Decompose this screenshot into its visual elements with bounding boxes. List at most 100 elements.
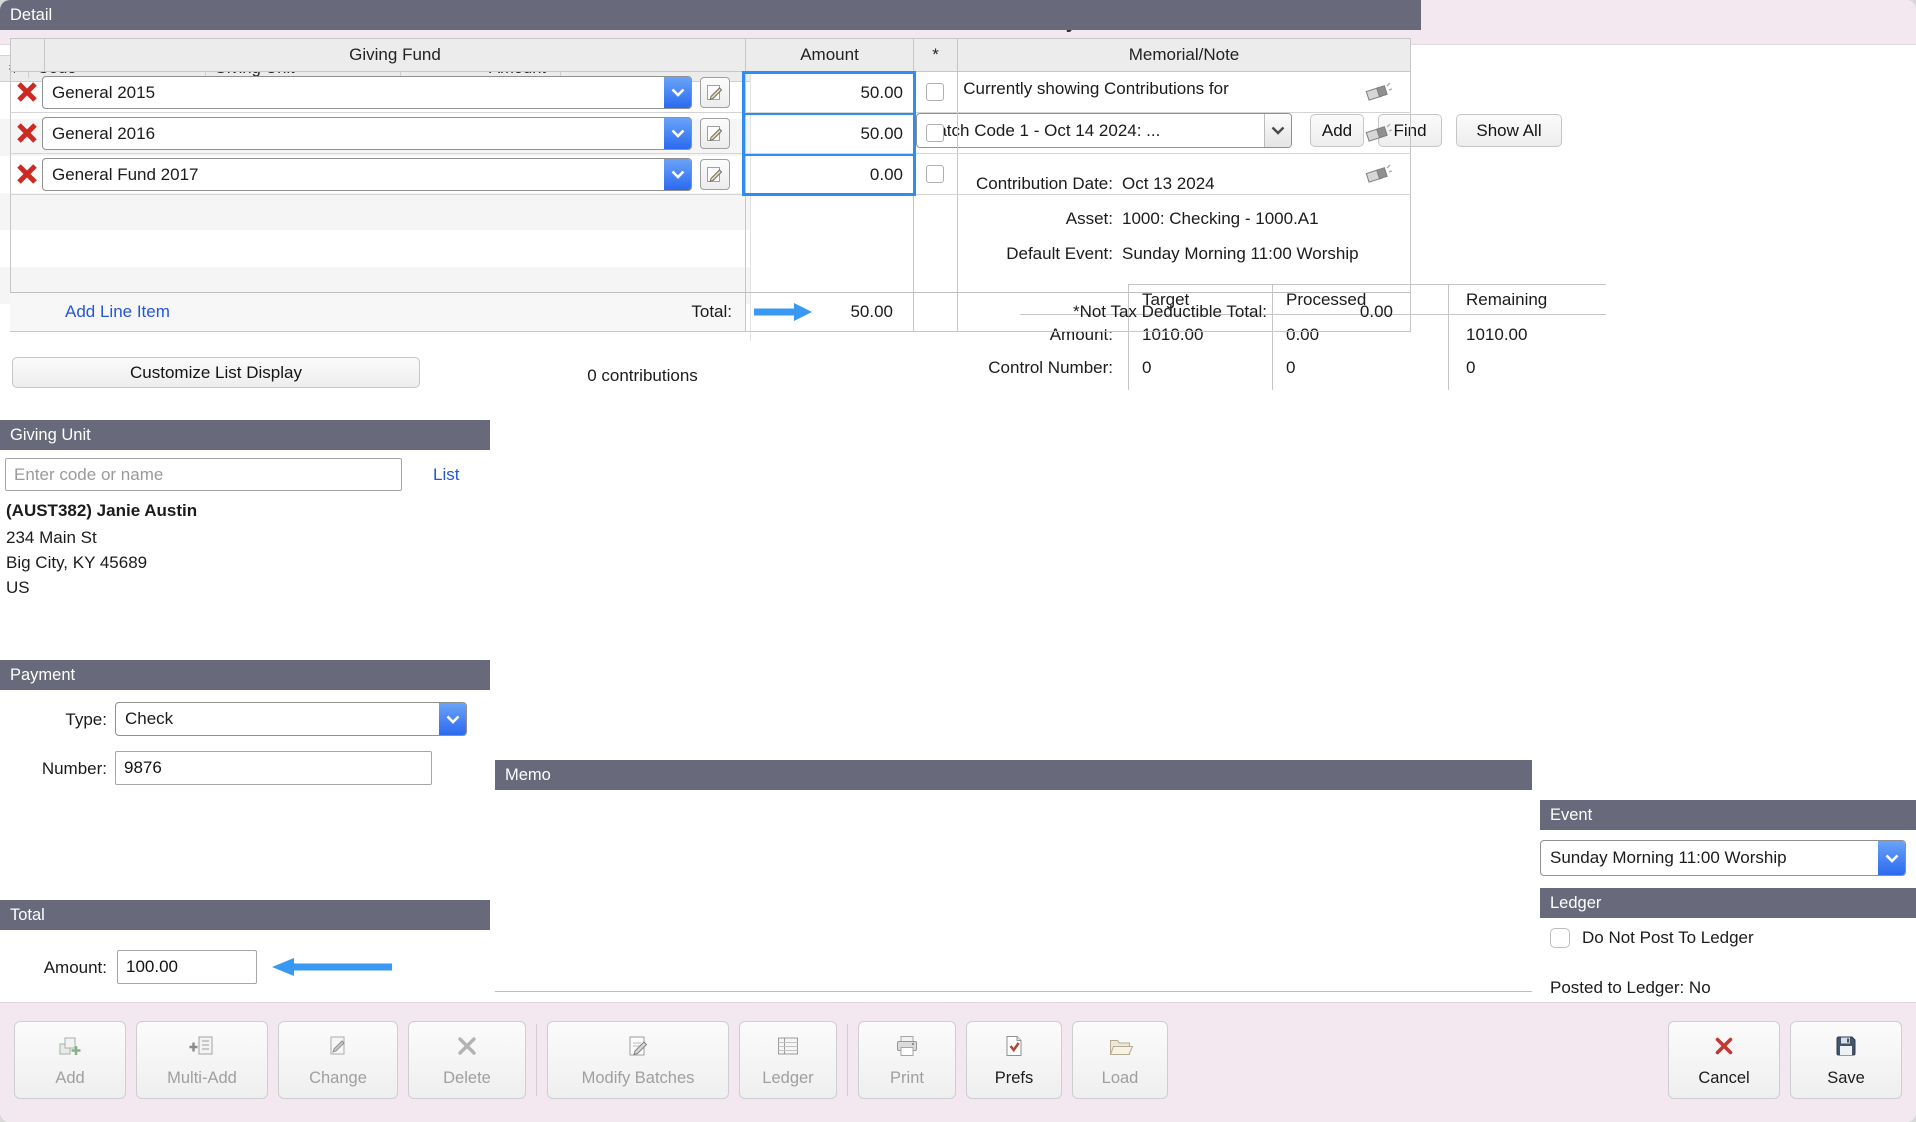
giving-unit-list-link[interactable]: List — [433, 458, 459, 491]
giving-unit-address-line: Big City, KY 45689 — [6, 551, 147, 575]
payment-type-label: Type: — [18, 703, 107, 736]
summary-col-remaining: Remaining — [1466, 287, 1547, 313]
detail-section: Detail Giving Fund Amount * Memorial/Not… — [0, 0, 1421, 30]
load-button[interactable]: Load — [1072, 1021, 1168, 1099]
save-button[interactable]: Save — [1790, 1021, 1902, 1099]
detail-col-star: * — [913, 38, 958, 72]
prefs-button[interactable]: Prefs — [966, 1021, 1062, 1099]
detail-col-stub — [10, 38, 45, 72]
list-row — [0, 193, 750, 230]
memo-section-header: Memo — [495, 760, 1532, 790]
detail-col-fund: Giving Fund — [44, 38, 746, 72]
prefs-icon — [1001, 1033, 1027, 1064]
payment-section-header: Payment — [0, 660, 490, 690]
modify-batches-button[interactable]: Modify Batches — [547, 1021, 729, 1099]
ntd-total-label: *Not Tax Deductible Total: — [967, 292, 1267, 332]
edit-row-icon[interactable] — [700, 159, 730, 190]
combo-chevron-icon — [664, 118, 691, 149]
do-not-post-checkbox[interactable] — [1550, 928, 1570, 948]
fund-select-value: General Fund 2017 — [43, 159, 664, 190]
delete-row-icon[interactable] — [13, 119, 41, 152]
ntd-total-value: 0.00 — [1267, 292, 1401, 332]
giving-unit-name: (AUST382) Janie Austin — [6, 499, 197, 523]
multi-add-button[interactable]: Multi-Add — [136, 1021, 268, 1099]
load-icon — [1107, 1033, 1133, 1064]
eraser-icon[interactable] — [1364, 81, 1392, 108]
total-section-header: Total — [0, 900, 490, 930]
summary-control-target: 0 — [1142, 355, 1151, 381]
not-tax-deductible-checkbox[interactable] — [926, 83, 944, 101]
bottom-toolbar: Add Multi-Add Change Delete Modify Batch… — [0, 1002, 1916, 1122]
giving-unit-address-line: US — [6, 576, 30, 600]
combo-chevron-icon — [1878, 841, 1905, 875]
delete-icon — [454, 1033, 480, 1064]
default-event-value: Sunday Morning 11:00 Worship — [1122, 240, 1359, 267]
batch-show-all-button[interactable]: Show All — [1456, 114, 1562, 147]
payment-number-label: Number: — [18, 752, 107, 785]
combo-chevron-icon — [664, 77, 691, 108]
multi-add-icon — [189, 1033, 215, 1064]
fund-select-value: General 2016 — [43, 118, 664, 149]
memo-textarea[interactable] — [495, 790, 1532, 992]
detail-row: General Fund 2017 0.00 — [10, 154, 1411, 195]
ledger-section-header: Ledger — [1540, 888, 1916, 918]
delete-row-icon[interactable] — [13, 160, 41, 193]
combo-chevron-icon — [439, 703, 466, 735]
edit-row-icon[interactable] — [700, 77, 730, 108]
summary-amount-remaining: 1010.00 — [1466, 322, 1527, 348]
payment-type-select[interactable]: Check — [115, 702, 467, 736]
summary-control-remaining: 0 — [1466, 355, 1475, 381]
total-amount-input[interactable] — [117, 950, 257, 984]
event-select[interactable]: Sunday Morning 11:00 Worship — [1540, 840, 1906, 876]
line-amount[interactable]: 50.00 — [745, 113, 913, 154]
fund-select[interactable]: General 2015 — [42, 76, 692, 109]
eraser-icon[interactable] — [1364, 163, 1392, 190]
asset-value: 1000: Checking - 1000.A1 — [1122, 205, 1319, 232]
default-event-label: Default Event: — [840, 240, 1113, 267]
customize-list-display-button[interactable]: Customize List Display — [12, 357, 420, 388]
fund-select[interactable]: General 2016 — [42, 117, 692, 150]
contribution-count: 0 contributions — [540, 363, 745, 389]
save-icon — [1833, 1033, 1859, 1064]
detail-section-header: Detail — [0, 0, 1421, 30]
batch-contribution-entry-window: Batch Contribution Entry # Code Giving U… — [0, 0, 1916, 1122]
payment-type-value: Check — [116, 703, 439, 735]
asset-label: Asset: — [840, 205, 1113, 232]
ledger-icon — [775, 1033, 801, 1064]
delete-row-icon[interactable] — [13, 78, 41, 111]
line-amount[interactable]: 50.00 — [745, 72, 913, 113]
change-icon — [325, 1033, 351, 1064]
detail-row: General 2016 50.00 — [10, 113, 1411, 154]
fund-select-value: General 2015 — [43, 77, 664, 108]
detail-col-amount: Amount — [745, 38, 914, 72]
combo-chevron-icon — [664, 159, 691, 190]
cancel-button[interactable]: Cancel — [1668, 1021, 1780, 1099]
add-line-item-link[interactable]: Add Line Item — [65, 292, 170, 332]
change-button[interactable]: Change — [278, 1021, 398, 1099]
giving-unit-section-header: Giving Unit — [0, 420, 490, 450]
event-ledger-section: Event Sunday Morning 11:00 Worship Ledge… — [1540, 800, 1916, 1002]
list-row — [0, 230, 750, 267]
detail-total-value: 50.00 — [735, 292, 903, 332]
print-button[interactable]: Print — [858, 1021, 956, 1099]
add-icon — [57, 1033, 83, 1064]
memo-section: Memo — [495, 760, 1532, 992]
eraser-icon[interactable] — [1364, 122, 1392, 149]
edit-row-icon[interactable] — [700, 118, 730, 149]
giving-unit-search-input[interactable] — [5, 458, 402, 491]
delete-button[interactable]: Delete — [408, 1021, 526, 1099]
event-select-value: Sunday Morning 11:00 Worship — [1541, 841, 1878, 875]
cancel-icon — [1711, 1033, 1737, 1064]
total-amount-label: Amount: — [13, 951, 107, 984]
do-not-post-row: Do Not Post To Ledger — [1550, 928, 1754, 948]
payment-number-input[interactable] — [115, 751, 432, 785]
line-amount[interactable]: 0.00 — [745, 154, 913, 195]
modify-batches-icon — [625, 1033, 651, 1064]
not-tax-deductible-checkbox[interactable] — [926, 124, 944, 142]
ledger-button[interactable]: Ledger — [739, 1021, 837, 1099]
detail-total-label: Total: — [495, 292, 732, 332]
fund-select[interactable]: General Fund 2017 — [42, 158, 692, 191]
not-tax-deductible-checkbox[interactable] — [926, 165, 944, 183]
summary-control-processed: 0 — [1286, 355, 1295, 381]
add-button[interactable]: Add — [14, 1021, 126, 1099]
